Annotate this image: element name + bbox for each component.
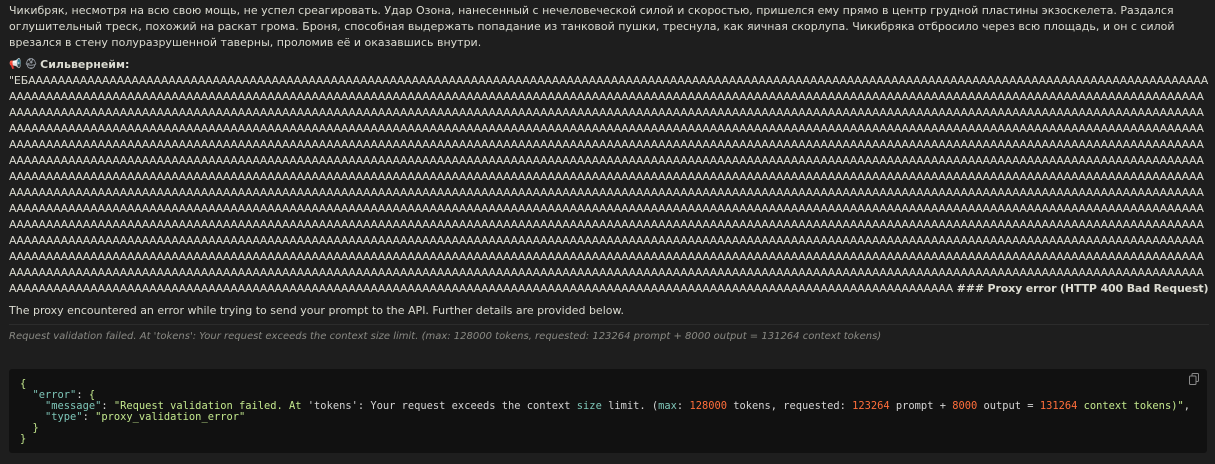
- code-num-max: 128000: [689, 400, 727, 412]
- speaker-name: Сильвернейм:: [40, 58, 130, 71]
- code-type-key: "type": [45, 411, 83, 423]
- code-type-value: "proxy_validation_error": [95, 411, 246, 423]
- speaker-line: 📢 ⛑ Сильвернейм:: [9, 57, 1209, 73]
- code-message-p7: prompt +: [889, 400, 953, 412]
- code-open-brace: {: [20, 378, 27, 390]
- code-message-p9: context tokens)": [1077, 400, 1184, 412]
- copy-icon[interactable]: [1189, 373, 1199, 385]
- code-message-p2: 'tokens': [307, 400, 358, 412]
- proxy-error-title: ### Proxy error (HTTP 400 Bad Request): [953, 282, 1209, 295]
- code-close-brace: }: [20, 433, 27, 445]
- code-kw-max: max: [658, 400, 677, 412]
- code-close-inner: }: [32, 422, 39, 434]
- scream-body: "ЕБААААААААААААААААААААААААААААААААААААА…: [9, 74, 1209, 295]
- code-num-output: 8000: [952, 400, 978, 412]
- code-message-p8: output =: [977, 400, 1040, 412]
- narration-paragraph: Чикибряк, несмотря на всю свою мощь, не …: [9, 4, 1175, 49]
- helmet-icon: ⛑: [24, 59, 38, 70]
- message-content: Чикибряк, несмотря на всю свою мощь, не …: [9, 3, 1209, 345]
- code-message-p6: tokens, requested:: [726, 400, 853, 412]
- proxy-error-description: The proxy encountered an error while try…: [9, 304, 624, 317]
- error-code-block: { "error": { "message": "Request validat…: [9, 369, 1207, 453]
- code-message-p5: :: [676, 400, 690, 412]
- proxy-error-detail: Request validation failed. At 'tokens': …: [9, 324, 1209, 345]
- code-message-p4: limit. (: [601, 400, 659, 412]
- code-kw-size: size: [576, 400, 602, 412]
- megaphone-icon: 📢: [9, 59, 22, 70]
- code-num-total: 131264: [1039, 400, 1078, 412]
- code-message-p3: : Your request exceeds the context: [357, 400, 577, 412]
- code-num-prompt: 123264: [852, 400, 890, 412]
- scream-text: "ЕБААААААААААААААААААААААААААААААААААААА…: [9, 73, 1209, 297]
